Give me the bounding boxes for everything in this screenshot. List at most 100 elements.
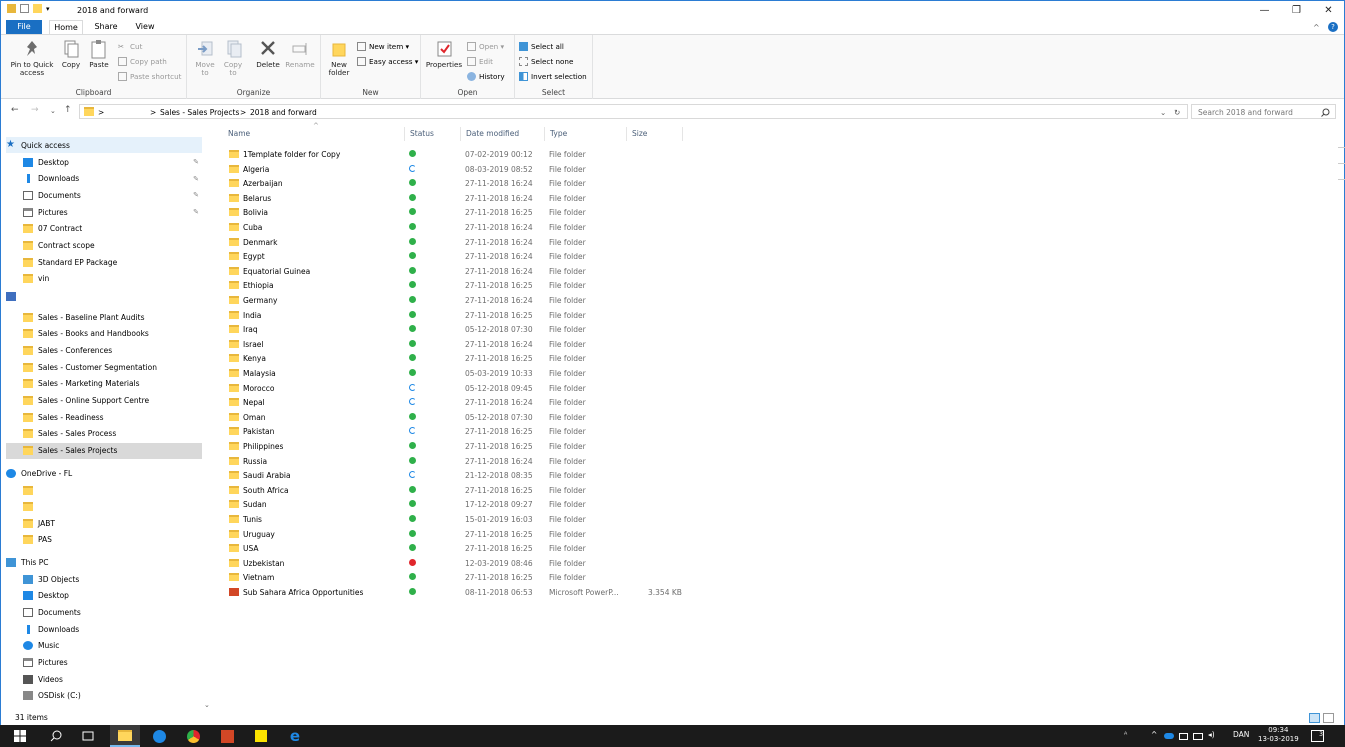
up-arrow-icon[interactable]: ↑	[64, 105, 72, 115]
nav-sharepoint-item[interactable]: Sales - Readiness	[6, 409, 202, 425]
customize-qat-icon[interactable]: ▾	[46, 5, 50, 13]
minimize-button[interactable]: —	[1248, 1, 1281, 20]
file-row[interactable]: Nepal 27-11-2018 16:24 File folder	[223, 395, 683, 409]
file-row[interactable]: Sudan 17-12-2018 09:27 File folder	[223, 497, 683, 511]
nav-quick-item[interactable]: Standard EP Package	[6, 254, 202, 270]
pin-icon[interactable]: ✎	[193, 191, 199, 199]
select-none-button[interactable]: Select none	[519, 56, 573, 67]
nav-sharepoint-item[interactable]: Sales - Books and Handbooks	[6, 326, 202, 342]
paste-shortcut-button[interactable]: Paste shortcut	[118, 71, 181, 82]
column-date-modified[interactable]: Date modified	[461, 127, 545, 141]
nav-quick-item[interactable]: Desktop ✎	[6, 154, 202, 170]
file-row[interactable]: Tunis 15-01-2019 16:03 File folder	[223, 512, 683, 526]
file-row[interactable]: Israel 27-11-2018 16:24 File folder	[223, 337, 683, 351]
copy-to-button[interactable]: Copy to	[221, 39, 245, 77]
nav-pc-item[interactable]: OSDisk (C:)	[6, 688, 202, 704]
file-row[interactable]: Pakistan 27-11-2018 16:25 File folder	[223, 424, 683, 438]
sticky-notes-icon[interactable]	[248, 725, 274, 747]
nav-pas[interactable]: PAS	[6, 531, 202, 547]
nav-onedrive-item[interactable]	[6, 482, 202, 498]
new-folder-qat-icon[interactable]	[33, 4, 42, 13]
nav-pc-item[interactable]: Downloads	[6, 621, 202, 637]
file-row[interactable]: Azerbaijan 27-11-2018 16:24 File folder	[223, 176, 683, 190]
pin-quick-access-button[interactable]: Pin to Quick access	[7, 39, 57, 77]
file-row[interactable]: 1Template folder for Copy 07-02-2019 00:1…	[223, 147, 683, 161]
people-icon[interactable]: ᴬ	[1124, 730, 1127, 739]
maximize-button[interactable]: ❐	[1280, 1, 1313, 20]
recent-locations-icon[interactable]: ⌄	[50, 107, 56, 115]
nav-pc-item[interactable]: Pictures	[6, 655, 202, 671]
breadcrumb-sales-projects[interactable]: Sales - Sales Projects	[160, 108, 239, 117]
tab-share[interactable]: Share	[89, 20, 123, 35]
chrome-icon[interactable]	[180, 725, 206, 747]
file-row[interactable]: Saudi Arabia 21-12-2018 08:35 File folder	[223, 468, 683, 482]
nav-quick-item[interactable]: Pictures ✎	[6, 204, 202, 220]
nav-onedrive-item[interactable]	[6, 498, 202, 514]
nav-onedrive[interactable]: OneDrive - FL	[6, 465, 202, 481]
file-row[interactable]: India 27-11-2018 16:25 File folder	[223, 308, 683, 322]
column-type[interactable]: Type	[545, 127, 627, 141]
tab-file[interactable]: File	[6, 20, 42, 35]
nav-sharepoint-item[interactable]: Sales - Conferences	[6, 342, 202, 358]
file-explorer-taskbar-icon[interactable]	[110, 725, 140, 747]
column-size[interactable]: Size	[627, 127, 683, 141]
details-view-icon[interactable]	[1309, 713, 1320, 723]
file-row[interactable]: Morocco 05-12-2018 09:45 File folder	[223, 381, 683, 395]
nav-quick-item[interactable]: vin	[6, 271, 202, 287]
task-view-icon[interactable]	[76, 725, 100, 747]
pin-icon[interactable]: ✎	[193, 175, 199, 183]
properties-button[interactable]: Properties	[425, 39, 463, 69]
nav-quick-access[interactable]: ★ Quick access	[6, 137, 202, 153]
address-dropdown-icon[interactable]: ⌄	[1160, 108, 1166, 117]
file-row[interactable]: Uruguay 27-11-2018 16:25 File folder	[223, 527, 683, 541]
rename-button[interactable]: Rename	[285, 39, 315, 69]
nav-sharepoint-item[interactable]: Sales - Sales Projects	[6, 442, 202, 459]
nav-sharepoint-item[interactable]: Sales - Baseline Plant Audits	[6, 309, 202, 325]
tab-view[interactable]: View	[129, 20, 161, 35]
close-button[interactable]: ✕	[1312, 1, 1345, 20]
file-row[interactable]: Oman 05-12-2018 07:30 File folder	[223, 410, 683, 424]
skype-icon[interactable]	[146, 725, 172, 747]
easy-access-button[interactable]: Easy access ▾	[357, 56, 418, 67]
nav-quick-item[interactable]: Contract scope	[6, 238, 202, 254]
nav-pc-item[interactable]: Music	[6, 638, 202, 654]
copy-path-button[interactable]: Copy path	[118, 56, 167, 67]
nav-this-pc[interactable]: This PC	[6, 554, 202, 570]
file-row[interactable]: Egypt 27-11-2018 16:24 File folder	[223, 249, 683, 263]
nav-pc-item[interactable]: 3D Objects	[6, 571, 202, 587]
file-row[interactable]: Russia 27-11-2018 16:24 File folder	[223, 454, 683, 468]
show-hidden-icons-icon[interactable]: ^	[1151, 730, 1157, 739]
onedrive-tray-icon[interactable]	[1164, 733, 1174, 739]
file-row[interactable]: Ethiopia 27-11-2018 16:25 File folder	[223, 278, 683, 292]
file-row[interactable]: Germany 27-11-2018 16:24 File folder	[223, 293, 683, 307]
tab-home[interactable]: Home	[49, 20, 83, 35]
search-taskbar-icon[interactable]	[44, 725, 68, 747]
cut-button[interactable]: ✂ Cut	[118, 41, 142, 52]
file-row[interactable]: USA 27-11-2018 16:25 File folder	[223, 541, 683, 555]
file-row[interactable]: Sub Sahara Africa Opportunities 08-11-201…	[223, 585, 683, 599]
language-indicator[interactable]: DAN	[1233, 730, 1249, 739]
nav-pc-item[interactable]: Videos	[6, 671, 202, 687]
large-icons-view-icon[interactable]	[1323, 713, 1334, 723]
edge-icon[interactable]: e	[282, 725, 308, 747]
properties-qat-icon[interactable]	[20, 4, 29, 13]
address-bar[interactable]: > > Sales - Sales Projects > 2018 and fo…	[79, 104, 1188, 119]
new-folder-button[interactable]: New folder	[325, 39, 353, 77]
windows-start-icon[interactable]	[8, 725, 32, 747]
nav-pc-item[interactable]: Desktop	[6, 588, 202, 604]
nav-quick-item[interactable]: Documents ✎	[6, 187, 202, 203]
nav-sharepoint-item[interactable]: Sales - Online Support Centre	[6, 393, 202, 409]
file-row[interactable]: Algeria 08-03-2019 08:52 File folder	[223, 162, 683, 176]
file-row[interactable]: Equatorial Guinea 27-11-2018 16:24 File fo…	[223, 264, 683, 278]
search-input[interactable]: Search 2018 and forward	[1198, 108, 1293, 117]
open-button[interactable]: Open ▾	[467, 41, 504, 52]
delete-button[interactable]: Delete	[255, 39, 281, 69]
pin-icon[interactable]: ✎	[193, 158, 199, 166]
nav-sharepoint-item[interactable]: Sales - Sales Process	[6, 426, 202, 442]
nav-sharepoint-item[interactable]: Sales - Marketing Materials	[6, 376, 202, 392]
clock[interactable]: 09:34 13-03-2019	[1258, 726, 1299, 744]
collapse-ribbon-icon[interactable]: ^	[1313, 23, 1320, 32]
edit-button[interactable]: Edit	[467, 56, 493, 67]
select-all-button[interactable]: Select all	[519, 41, 564, 52]
column-status[interactable]: Status	[405, 127, 461, 141]
